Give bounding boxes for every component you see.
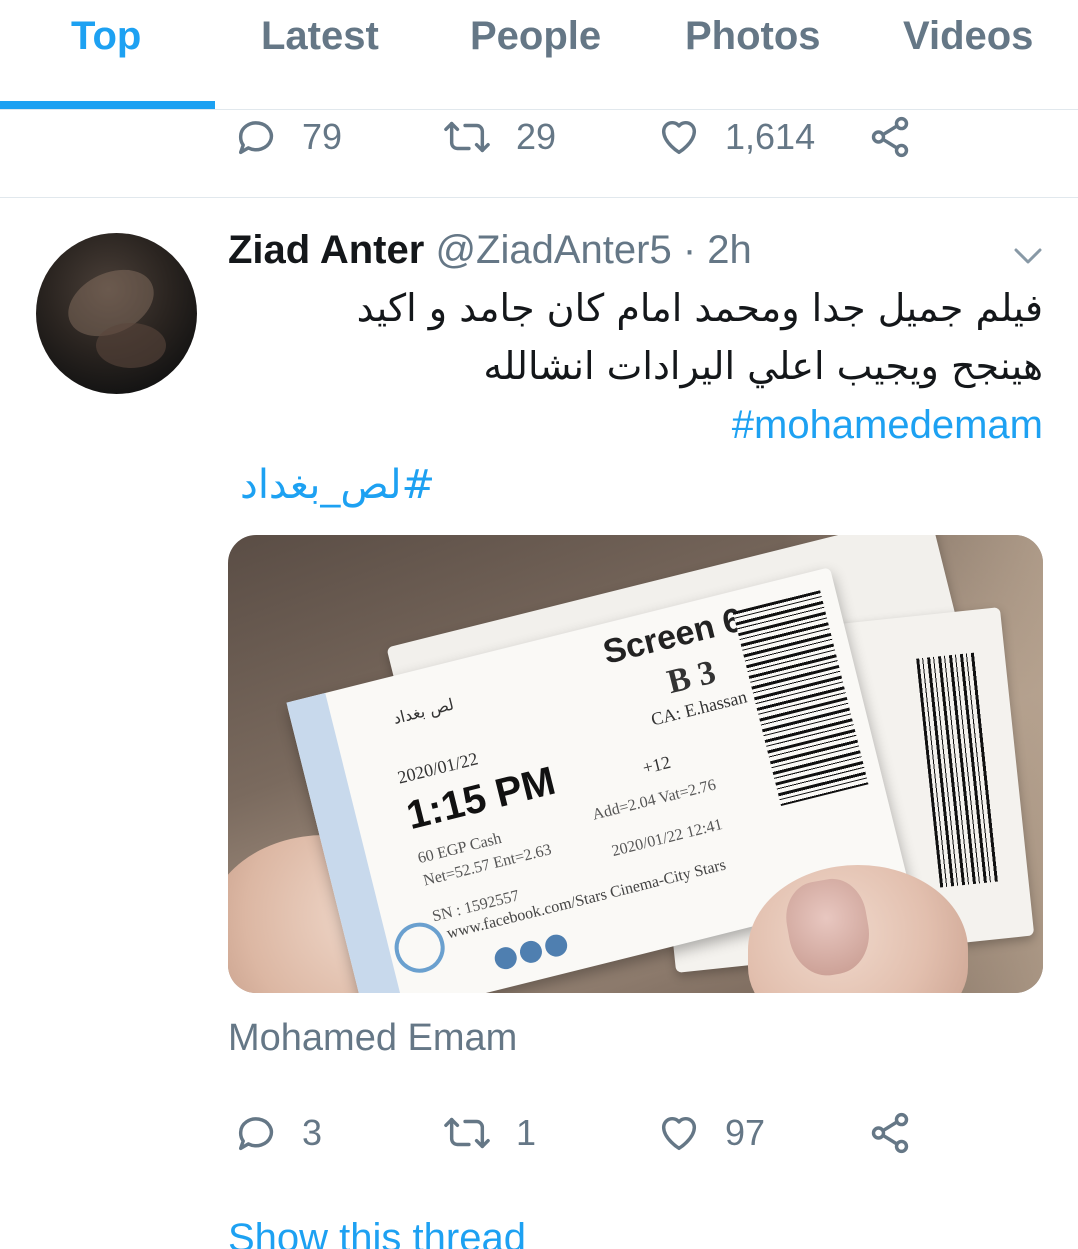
reply-button[interactable]: 79	[234, 107, 342, 167]
like-count: 97	[725, 1112, 766, 1153]
share-icon	[871, 1112, 909, 1154]
social-icons	[492, 928, 585, 972]
like-icon	[661, 120, 697, 155]
retweet-count: 1	[516, 1112, 537, 1153]
tab-photos[interactable]: Photos	[685, 14, 821, 59]
ticket-timestamp: 2020/01/22 12:41	[610, 816, 725, 861]
hashtag-arabic[interactable]: #لص_بغداد	[240, 462, 435, 508]
ticket-tax: Add=2.04 Vat=2.76	[590, 776, 718, 824]
retweet-button[interactable]: 1	[440, 1103, 536, 1163]
tab-top[interactable]: Top	[71, 14, 141, 59]
like-button[interactable]: 1,614	[655, 107, 815, 167]
ticket-movie-title: لص بغداد	[391, 694, 456, 728]
tweet-actions: 3 1 97	[0, 1103, 1078, 1163]
media-caption[interactable]: Mohamed Emam	[228, 1017, 517, 1060]
author-name[interactable]: Ziad Anter	[228, 228, 424, 272]
tab-people[interactable]: People	[470, 14, 601, 59]
tab-latest[interactable]: Latest	[261, 14, 379, 59]
share-icon	[871, 116, 909, 158]
reply-count: 3	[302, 1112, 323, 1153]
tab-videos[interactable]: Videos	[903, 14, 1033, 59]
avatar[interactable]	[36, 233, 197, 394]
reply-icon	[238, 121, 274, 155]
reply-count: 79	[302, 116, 343, 157]
tweet-text-line-1: فيلم جميل جدا ومحمد امام كان جامد و اكيد	[356, 286, 1043, 330]
show-thread-link[interactable]: Show this thread	[228, 1216, 526, 1249]
chevron-down-icon[interactable]	[1012, 246, 1044, 266]
share-button[interactable]	[866, 1103, 914, 1163]
retweet-count: 29	[516, 116, 557, 157]
tweet-text-line-2: هينجح ويجيب اعلي اليرادات انشالله	[483, 344, 1043, 388]
share-button[interactable]	[866, 107, 914, 167]
tweet-time: 2h	[707, 228, 752, 272]
like-button[interactable]: 97	[655, 1103, 765, 1163]
separator-dot: ·	[682, 228, 697, 272]
retweet-icon	[444, 121, 490, 153]
hashtag-mohamedemam[interactable]: #mohamedemam	[732, 403, 1043, 448]
like-icon	[661, 1116, 697, 1151]
tweet-divider	[0, 197, 1078, 198]
retweet-button[interactable]: 29	[440, 107, 556, 167]
tweet-header: Ziad Anter @ZiadAnter5 · 2h	[228, 228, 752, 273]
retweet-icon	[444, 1117, 490, 1149]
cinema-logo-icon	[389, 917, 450, 978]
search-tabs: Top Latest People Photos Videos	[0, 0, 1078, 110]
previous-tweet-actions: 79 29 1,614	[0, 107, 1078, 167]
author-handle[interactable]: @ZiadAnter5	[435, 228, 671, 272]
like-count: 1,614	[725, 116, 816, 157]
reply-button[interactable]: 3	[234, 1103, 322, 1163]
reply-icon	[238, 1117, 274, 1151]
tweet-photo[interactable]: لص بغداد Screen 6 B 3 2020/01/22 CA: E.h…	[228, 535, 1043, 993]
ticket-age-rating: +12	[640, 751, 673, 779]
